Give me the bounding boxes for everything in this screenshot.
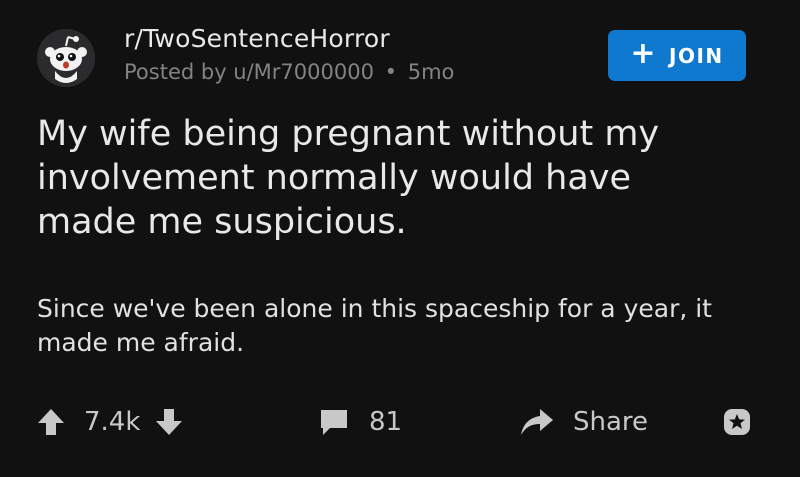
- comment-count: 81: [369, 407, 403, 437]
- plus-icon: +: [630, 36, 657, 71]
- join-button[interactable]: + JOIN: [608, 30, 746, 81]
- award-icon: [724, 409, 750, 435]
- share-arrow-icon: [521, 409, 553, 435]
- upvote-button[interactable]: [36, 406, 66, 438]
- share-button[interactable]: Share: [519, 395, 648, 449]
- arrow-down-icon: [156, 409, 183, 435]
- post-meta: Posted by u/Mr7000000 • 5mo: [124, 60, 454, 84]
- arrow-up-icon: [38, 409, 64, 435]
- post-actions-bar: 7.4k 81 Share: [0, 395, 800, 449]
- speech-bubble-icon: [321, 410, 347, 435]
- post-body: Since we've been alone in this spaceship…: [37, 294, 712, 357]
- vote-group: 7.4k: [36, 395, 184, 449]
- subreddit-avatar[interactable]: [37, 29, 95, 87]
- join-label: JOIN: [669, 43, 724, 68]
- meta-separator: •: [384, 60, 398, 84]
- share-label: Share: [573, 407, 649, 437]
- post-title[interactable]: My wife being pregnant without my involv…: [37, 112, 737, 244]
- award-button[interactable]: [721, 395, 753, 449]
- snoo-avatar-icon: [37, 29, 95, 87]
- post-age: 5mo: [407, 60, 455, 84]
- comments-button[interactable]: 81: [318, 395, 402, 449]
- subreddit-name[interactable]: r/TwoSentenceHorror: [124, 24, 390, 53]
- posted-by[interactable]: Posted by u/Mr7000000: [124, 60, 374, 84]
- post-header: r/TwoSentenceHorror Posted by u/Mr700000…: [0, 0, 800, 100]
- downvote-button[interactable]: [154, 406, 184, 438]
- vote-score: 7.4k: [84, 407, 141, 437]
